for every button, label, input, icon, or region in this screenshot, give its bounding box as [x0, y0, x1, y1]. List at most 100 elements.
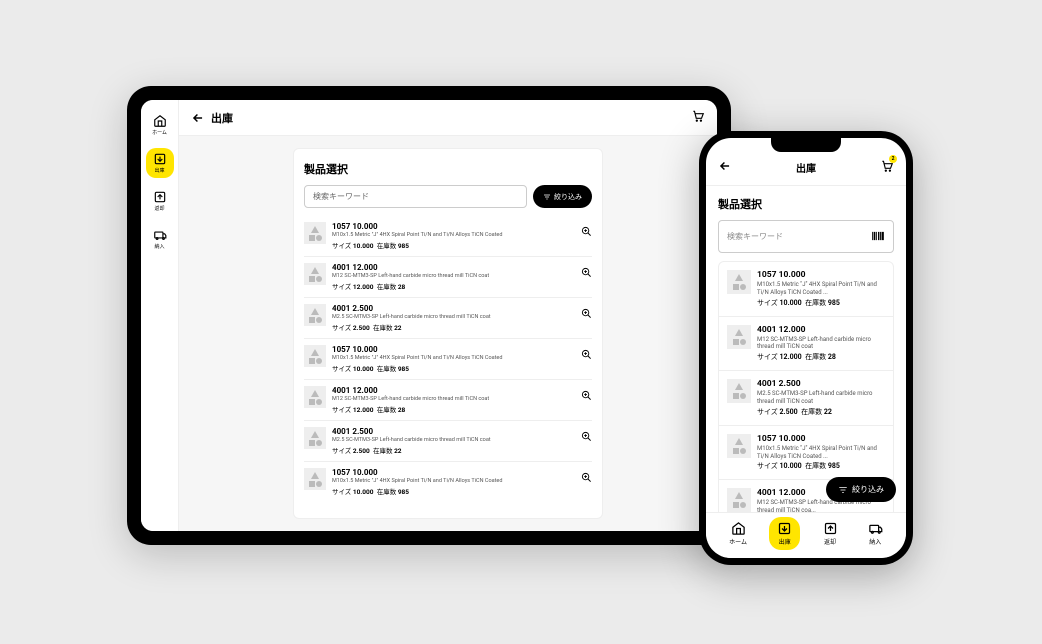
product-list: 1057 10.000M10x1.5 Metric "J" 4HX Spiral… [718, 261, 894, 512]
product-info: 4001 12.000M12 SC-MTM3-SP Left-hand carb… [757, 325, 885, 363]
cart-badge: 2 [889, 155, 897, 163]
filter-button[interactable]: 絞り込み [826, 477, 896, 502]
nav-label: 納入 [869, 537, 881, 546]
product-info: 4001 2.500M2.5 SC-MTM3-SP Left-hand carb… [757, 379, 885, 417]
sidebar-item-label: 返却 [154, 205, 164, 212]
product-title: 1057 10.000 [332, 222, 592, 231]
cart-button[interactable]: 2 [880, 158, 894, 177]
product-meta: サイズ 2.500 在庫数 22 [757, 407, 885, 417]
filter-button[interactable]: 絞り込み [533, 185, 592, 208]
product-thumbnail [304, 304, 326, 326]
cart-button[interactable] [691, 108, 705, 127]
nav-item-return[interactable]: 返却 [815, 517, 846, 550]
filter-label: 絞り込み [852, 484, 884, 495]
nav-label: 返却 [824, 537, 836, 546]
back-button[interactable] [191, 111, 205, 125]
product-row[interactable]: 4001 2.500M2.5 SC-MTM3-SP Left-hand carb… [304, 297, 592, 338]
notch [771, 138, 841, 152]
nav-label: ホーム [729, 537, 747, 546]
product-title: 4001 2.500 [757, 379, 885, 389]
product-thumbnail [304, 386, 326, 408]
product-thumbnail [727, 434, 751, 458]
product-meta: サイズ 12.000 在庫数 28 [332, 404, 592, 414]
product-meta: サイズ 10.000 在庫数 985 [757, 298, 885, 308]
sidebar-item-label: 納入 [154, 243, 164, 250]
product-meta: サイズ 10.000 在庫数 985 [757, 461, 885, 471]
zoom-button[interactable] [581, 222, 592, 241]
nav-label: 出庫 [779, 537, 791, 546]
nav-item-out[interactable]: 出庫 [769, 517, 800, 550]
zoom-button[interactable] [581, 263, 592, 282]
search-row: 検索キーワード 絞り込み [304, 185, 592, 208]
product-thumbnail [304, 263, 326, 285]
arrow-left-icon [718, 159, 732, 173]
product-desc: M10x1.5 Metric "J" 4HX Spiral Point Ti/N… [757, 445, 885, 461]
product-desc: M2.5 SC-MTM3-SP Left-hand carbide micro … [332, 437, 592, 443]
main-content: 出庫 製品選択 検索キーワード 絞り込み 1057 10.000M10x1.5 … [179, 100, 717, 531]
search-input[interactable]: 検索キーワード [718, 220, 894, 253]
product-card: 製品選択 検索キーワード 絞り込み 1057 10.000M10x1.5 Met… [293, 148, 603, 519]
product-row[interactable]: 1057 10.000M10x1.5 Metric "J" 4HX Spiral… [719, 262, 893, 317]
sidebar: ホーム 出庫 返却 納入 [141, 100, 179, 531]
search-input[interactable]: 検索キーワード [304, 185, 527, 208]
sidebar-item-label: 出庫 [154, 167, 164, 174]
product-row[interactable]: 1057 10.000M10x1.5 Metric "J" 4HX Spiral… [719, 426, 893, 481]
magnify-plus-icon [581, 349, 592, 360]
barcode-button[interactable] [871, 227, 885, 246]
deliver-icon [153, 228, 167, 242]
product-title: 1057 10.000 [332, 345, 592, 354]
product-row[interactable]: 1057 10.000M10x1.5 Metric "J" 4HX Spiral… [304, 216, 592, 256]
product-row[interactable]: 4001 12.000M12 SC-MTM3-SP Left-hand carb… [304, 256, 592, 297]
nav-item-home[interactable]: ホーム [721, 517, 755, 550]
product-desc: M2.5 SC-MTM3-SP Left-hand carbide micro … [757, 390, 885, 406]
deliver-icon [868, 521, 883, 536]
product-title: 1057 10.000 [332, 468, 592, 477]
return-icon [823, 521, 838, 536]
card-title: 製品選択 [718, 196, 894, 212]
product-title: 4001 12.000 [332, 386, 592, 395]
zoom-button[interactable] [581, 427, 592, 446]
barcode-icon [871, 230, 885, 242]
product-desc: M10x1.5 Metric "J" 4HX Spiral Point Ti/N… [332, 355, 592, 361]
filter-icon [543, 193, 551, 201]
sidebar-item-home[interactable]: ホーム [146, 110, 174, 140]
sidebar-item-out[interactable]: 出庫 [146, 148, 174, 178]
magnify-plus-icon [581, 431, 592, 442]
sidebar-item-deliver[interactable]: 納入 [146, 224, 174, 254]
phone-screen: 出庫 2 製品選択 検索キーワード 1057 10.000M10x1.5 Met… [706, 138, 906, 558]
product-info: 4001 2.500M2.5 SC-MTM3-SP Left-hand carb… [332, 427, 592, 455]
search-placeholder: 検索キーワード [727, 231, 871, 242]
product-meta: サイズ 2.500 在庫数 22 [332, 445, 592, 455]
nav-item-deliver[interactable]: 納入 [860, 517, 891, 550]
product-row[interactable]: 4001 2.500M2.5 SC-MTM3-SP Left-hand carb… [719, 371, 893, 426]
product-info: 1057 10.000M10x1.5 Metric "J" 4HX Spiral… [757, 270, 885, 308]
product-row[interactable]: 4001 2.500M2.5 SC-MTM3-SP Left-hand carb… [304, 420, 592, 461]
product-row[interactable]: 4001 12.000M12 SC-MTM3-SP Left-hand carb… [719, 317, 893, 372]
product-row[interactable]: 4001 12.000M12 SC-MTM3-SP Left-hand carb… [304, 379, 592, 420]
sidebar-item-return[interactable]: 返却 [146, 186, 174, 216]
bottom-nav: ホーム 出庫 返却 納入 [706, 512, 906, 558]
home-icon [731, 521, 746, 536]
product-thumbnail [727, 270, 751, 294]
product-row[interactable]: 1057 10.000M10x1.5 Metric "J" 4HX Spiral… [304, 461, 592, 502]
magnify-plus-icon [581, 308, 592, 319]
product-desc: M10x1.5 Metric "J" 4HX Spiral Point Ti/N… [757, 281, 885, 297]
tablet-device: ホーム 出庫 返却 納入 出庫 製品選択 [127, 86, 731, 545]
phone-content: 製品選択 検索キーワード 1057 10.000M10x1.5 Metric "… [706, 186, 906, 512]
filter-label: 絞り込み [554, 192, 582, 202]
product-thumbnail [727, 325, 751, 349]
zoom-button[interactable] [581, 345, 592, 364]
product-title: 4001 2.500 [332, 304, 592, 313]
sidebar-item-label: ホーム [152, 129, 167, 136]
back-button[interactable] [718, 158, 732, 177]
zoom-button[interactable] [581, 304, 592, 323]
phone-device: 出庫 2 製品選択 検索キーワード 1057 10.000M10x1.5 Met… [699, 131, 913, 565]
product-title: 1057 10.000 [757, 434, 885, 444]
product-thumbnail [304, 427, 326, 449]
product-info: 4001 2.500M2.5 SC-MTM3-SP Left-hand carb… [332, 304, 592, 332]
product-info: 4001 12.000M12 SC-MTM3-SP Left-hand carb… [332, 386, 592, 414]
content-area: 製品選択 検索キーワード 絞り込み 1057 10.000M10x1.5 Met… [179, 136, 717, 531]
zoom-button[interactable] [581, 386, 592, 405]
product-row[interactable]: 1057 10.000M10x1.5 Metric "J" 4HX Spiral… [304, 338, 592, 379]
zoom-button[interactable] [581, 468, 592, 487]
